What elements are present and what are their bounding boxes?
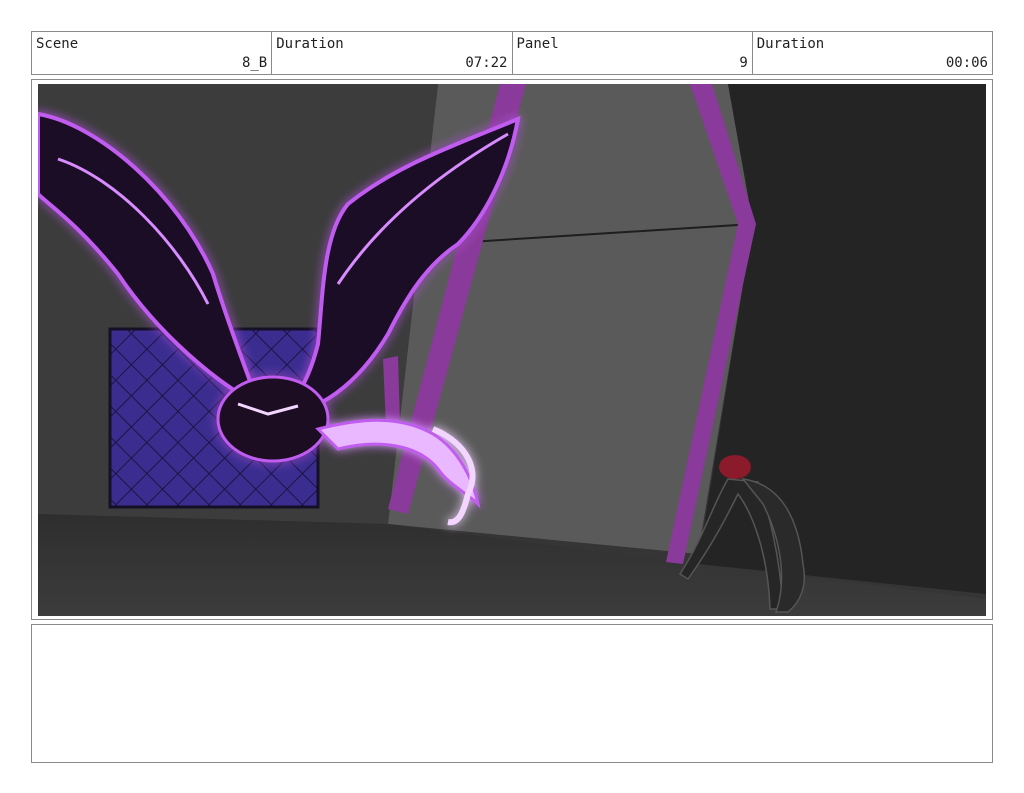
panel-duration-cell: Duration 00:06 — [753, 32, 992, 74]
panel-label: Panel — [516, 36, 559, 52]
scene-cell: Scene 8_B — [32, 32, 273, 74]
scene-label: Scene — [36, 36, 79, 52]
panel-value: 9 — [739, 55, 748, 71]
panel-header: Scene 8_B Duration 07:22 Panel 9 Duratio… — [31, 31, 993, 75]
scene-value: 8_B — [241, 55, 268, 71]
scene-duration-label: Duration — [276, 36, 344, 52]
panel-cell: Panel 9 — [513, 32, 753, 74]
storyboard-frame — [31, 79, 993, 620]
scene-duration-value: 07:22 — [465, 55, 508, 71]
storyboard-artwork — [38, 84, 986, 616]
panel-duration-label: Duration — [756, 36, 825, 52]
red-helmet — [719, 455, 751, 479]
notes-box — [31, 624, 993, 763]
scene-duration-cell: Duration 07:22 — [272, 32, 513, 74]
panel-duration-value: 00:06 — [945, 55, 988, 71]
